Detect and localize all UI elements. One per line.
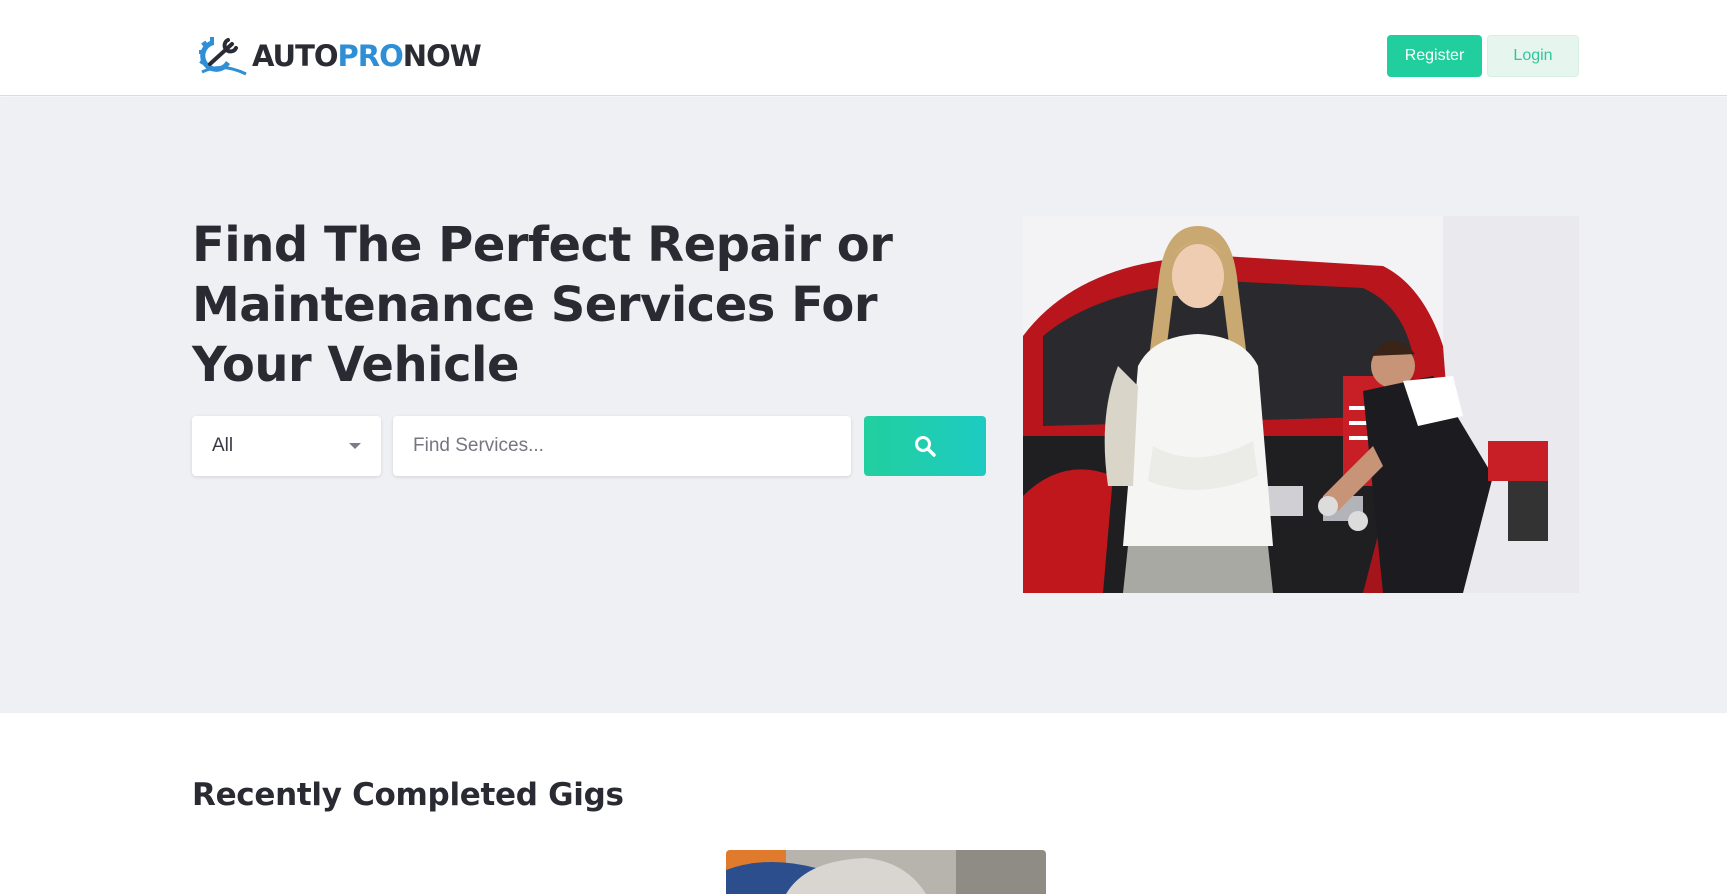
logo[interactable]: AUTOPRONOW: [196, 34, 482, 78]
search-icon: [915, 436, 936, 457]
register-button[interactable]: Register: [1387, 35, 1482, 77]
hero-section: Find The Perfect Repair or Maintenance S…: [0, 97, 1727, 713]
caret-down-icon: [349, 443, 361, 449]
hero-title: Find The Perfect Repair or Maintenance S…: [192, 217, 893, 393]
search-button[interactable]: [864, 416, 986, 476]
login-button[interactable]: Login: [1487, 35, 1579, 77]
category-select-value: All: [212, 435, 234, 456]
search-input[interactable]: [393, 416, 851, 476]
hero-image: [1023, 216, 1579, 593]
gear-wrench-logo-icon: [199, 37, 247, 76]
mechanic-with-customer-image: [1023, 216, 1579, 593]
gig-thumbnail-image: [726, 850, 1046, 894]
category-select[interactable]: All: [192, 416, 381, 476]
gig-card-image[interactable]: [726, 850, 1046, 894]
logo-text: AUTOPRONOW: [252, 39, 482, 73]
site-header: AUTOPRONOW Register Login: [0, 0, 1727, 96]
section-title-recent-gigs: Recently Completed Gigs: [192, 777, 624, 813]
